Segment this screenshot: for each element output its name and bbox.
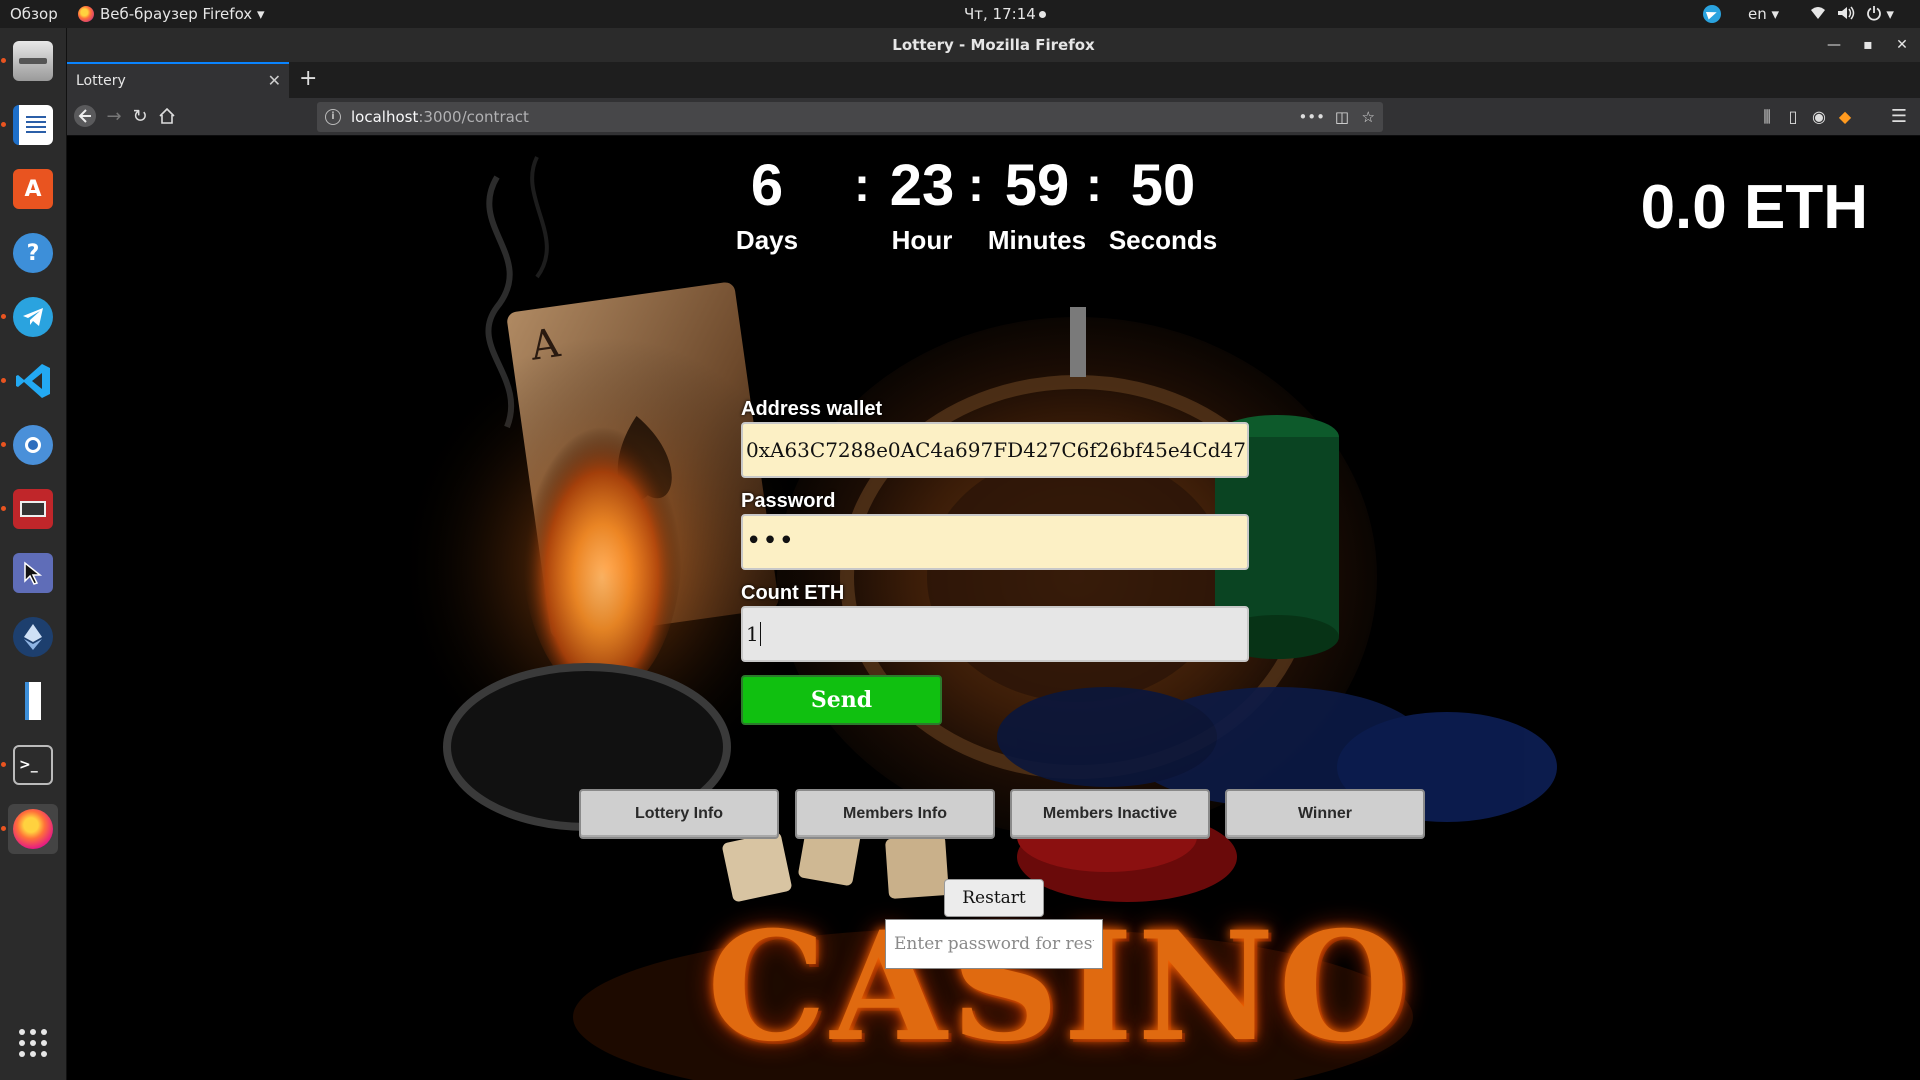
reload-icon[interactable]: ↻	[126, 98, 154, 136]
url-path: :3000/contract	[418, 108, 529, 126]
back-icon[interactable]	[71, 98, 99, 136]
app-menu-label: Веб-браузер Firefox	[100, 5, 253, 23]
close-window-icon[interactable]: ✕	[1888, 28, 1916, 62]
count-eth-label: Count ETH	[741, 582, 845, 604]
send-button[interactable]: Send	[741, 675, 942, 725]
chevron-down-icon: ▾	[1886, 5, 1894, 23]
password-input[interactable]: •••	[741, 514, 1249, 570]
tab-lottery[interactable]: Lottery ✕	[67, 62, 289, 98]
lottery-info-button[interactable]: Lottery Info	[579, 789, 779, 839]
language-indicator[interactable]: en ▾	[1748, 0, 1779, 28]
firefox-mini-icon	[78, 6, 94, 22]
tab-title: Lottery	[76, 73, 126, 89]
password-label: Password	[741, 490, 836, 512]
show-applications-icon	[19, 1029, 47, 1057]
dock-screenshot[interactable]	[8, 548, 58, 598]
hamburger-menu-icon[interactable]: ☰	[1885, 98, 1913, 136]
close-tab-icon[interactable]: ✕	[268, 64, 281, 98]
countdown-seconds-label: Seconds	[1108, 225, 1218, 255]
dock-firefox[interactable]	[1, 804, 58, 854]
url-host: localhost	[351, 108, 419, 126]
winner-button[interactable]: Winner	[1225, 789, 1425, 839]
address-wallet-label: Address wallet	[741, 398, 883, 420]
countdown-minutes: 59	[1004, 153, 1070, 218]
library-icon[interactable]: ⫼	[1753, 98, 1781, 136]
page-actions-icon[interactable]: •••	[1298, 102, 1325, 132]
software-center-icon: A	[13, 169, 53, 209]
screenshot-tool-icon	[13, 553, 53, 593]
app-menu[interactable]: Веб-браузер Firefox ▾	[78, 0, 264, 28]
clock-label: Чт, 17:14	[964, 5, 1036, 23]
remote-desktop-icon	[13, 489, 53, 529]
dock-files[interactable]	[1, 36, 58, 86]
url-text: localhost:3000/contract	[351, 102, 529, 132]
writer-icon	[13, 105, 53, 145]
dock-text-editor[interactable]	[8, 676, 58, 726]
minimize-icon[interactable]: —	[1820, 28, 1848, 62]
dock-writer[interactable]	[1, 100, 58, 150]
members-info-button[interactable]: Members Info	[795, 789, 995, 839]
countdown-days-label: Days	[735, 225, 799, 255]
text-editor-icon	[13, 681, 53, 721]
volume-icon	[1837, 6, 1855, 20]
sidebar-icon[interactable]: ▯	[1779, 98, 1807, 136]
address-wallet-input[interactable]: 0xA63C7288e0AC4a697FD427C6f26bf45e4Cd47	[741, 422, 1249, 478]
notification-dot-icon	[1038, 11, 1046, 18]
restart-button[interactable]: Restart	[944, 879, 1044, 917]
new-tab-icon[interactable]: +	[299, 62, 317, 98]
dock-show-applications[interactable]	[8, 1018, 58, 1068]
dock-terminal[interactable]: >_	[1, 740, 58, 790]
ethereum-wallet-icon	[13, 617, 53, 657]
files-icon	[13, 41, 53, 81]
firefox-icon	[13, 809, 53, 849]
dock-telegram[interactable]	[1, 292, 58, 342]
page-viewport: A CASINO 6 : 23 : 59 : 50 Days Hour Minu…	[67, 137, 1920, 1080]
dock-chromium[interactable]	[1, 420, 58, 470]
window-titlebar: Lottery - Mozilla Firefox — ▪ ✕	[67, 28, 1920, 62]
chevron-down-icon: ▾	[256, 5, 265, 23]
dock-software[interactable]: A	[8, 164, 58, 214]
home-icon[interactable]	[153, 98, 181, 136]
terminal-icon: >_	[13, 745, 53, 785]
telegram-tray-icon[interactable]	[1703, 0, 1721, 28]
vscode-icon	[13, 361, 53, 401]
pocket-icon[interactable]: ◫	[1335, 102, 1349, 132]
dock-ethereum[interactable]	[8, 612, 58, 662]
tab-strip: Lottery ✕ +	[67, 62, 1920, 98]
count-eth-input[interactable]: 1​	[741, 606, 1249, 662]
text-cursor: ​	[759, 622, 761, 646]
ubuntu-dock: A ? >_	[0, 28, 67, 1080]
chevron-down-icon: ▾	[1771, 5, 1780, 23]
restart-password-input[interactable]	[885, 919, 1103, 969]
count-eth-value: 1	[746, 622, 759, 646]
address-wallet-value: 0xA63C7288e0AC4a697FD427C6f26bf45e4Cd47	[746, 438, 1246, 462]
bookmark-star-icon[interactable]: ☆	[1362, 102, 1375, 132]
clock[interactable]: Чт, 17:14	[964, 0, 1046, 28]
countdown-days: 6	[750, 153, 784, 218]
account-icon[interactable]: ◉	[1805, 98, 1833, 136]
system-top-bar: Обзор Веб-браузер Firefox ▾ Чт, 17:14 en…	[0, 0, 1920, 28]
system-tray[interactable]: ▾	[1810, 0, 1894, 28]
activities-button[interactable]: Обзор	[10, 0, 58, 28]
telegram-icon	[13, 297, 53, 337]
address-bar[interactable]: i localhost:3000/contract ••• ◫ ☆	[317, 102, 1383, 132]
window-title: Lottery - Mozilla Firefox	[892, 36, 1095, 54]
countdown-seconds: 50	[1130, 153, 1196, 218]
password-value: •••	[746, 526, 796, 556]
members-inactive-button[interactable]: Members Inactive	[1010, 789, 1210, 839]
wifi-icon	[1811, 7, 1825, 19]
help-icon: ?	[13, 233, 53, 273]
chromium-icon	[13, 425, 53, 465]
maximize-icon[interactable]: ▪	[1854, 28, 1882, 62]
power-icon	[1866, 6, 1881, 21]
language-label: en	[1748, 5, 1767, 23]
forward-icon[interactable]: →	[100, 98, 128, 136]
site-info-icon[interactable]: i	[325, 109, 341, 125]
dock-remote-desktop[interactable]	[1, 484, 58, 534]
extension-icon[interactable]: ◆	[1831, 98, 1859, 136]
pot-balance: 0.0 ETH	[1640, 173, 1868, 242]
dock-vscode[interactable]	[1, 356, 58, 406]
dock-help[interactable]: ?	[8, 228, 58, 278]
navigation-toolbar: → ↻ i localhost:3000/contract ••• ◫ ☆ ⫼ …	[67, 98, 1920, 136]
